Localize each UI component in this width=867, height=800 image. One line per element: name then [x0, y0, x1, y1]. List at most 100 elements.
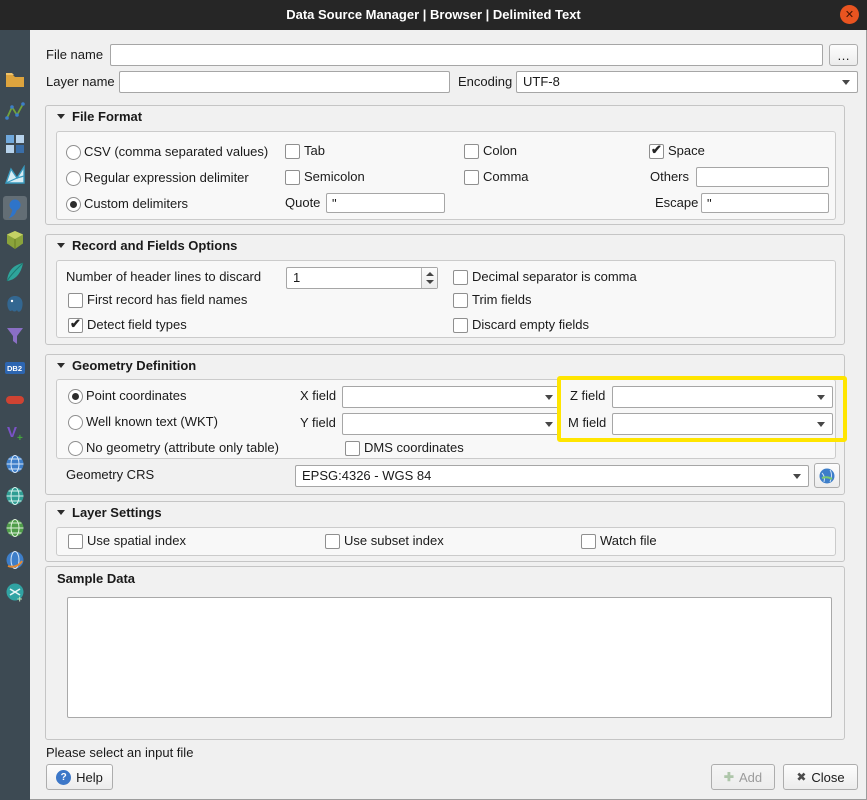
sidebar-tab-oracle[interactable] — [3, 388, 27, 412]
sidebar-tab-mssql[interactable] — [3, 324, 27, 348]
space-checkbox[interactable] — [649, 144, 664, 159]
first-record-names-label: First record has field names — [87, 289, 247, 311]
watch-file-checkbox[interactable] — [581, 534, 596, 549]
first-record-names-checkbox[interactable] — [68, 293, 83, 308]
source-type-sidebar: DB2 V+ + — [0, 30, 30, 800]
xyz-tiles-icon: + — [4, 581, 26, 603]
tab-checkbox-label: Tab — [304, 140, 325, 162]
x-field-dropdown[interactable] — [342, 386, 561, 408]
vector-layer-icon — [4, 101, 26, 123]
sidebar-tab-geopackage[interactable] — [3, 228, 27, 252]
dms-coordinates-checkbox[interactable] — [345, 441, 360, 456]
raster-layer-icon — [4, 133, 26, 155]
z-field-label: Z field — [570, 385, 605, 407]
escape-label: Escape — [655, 192, 698, 214]
use-spatial-index-checkbox[interactable] — [68, 534, 83, 549]
decimal-separator-checkbox[interactable] — [453, 270, 468, 285]
geometry-crs-label: Geometry CRS — [66, 464, 154, 486]
escape-input[interactable] — [701, 193, 829, 213]
discard-empty-fields-checkbox[interactable] — [453, 318, 468, 333]
sidebar-tab-wcs[interactable] — [3, 484, 27, 508]
file-format-group-title[interactable]: File Format — [57, 107, 142, 127]
geometry-definition-group-title[interactable]: Geometry Definition — [57, 356, 196, 376]
sidebar-tab-arcgis-rest[interactable] — [3, 548, 27, 572]
comma-checkbox-label: Comma — [483, 166, 529, 188]
close-x-icon: ✖ — [796, 770, 806, 784]
encoding-label: Encoding — [458, 71, 512, 93]
z-field-dropdown[interactable] — [612, 386, 833, 408]
file-name-input[interactable] — [110, 44, 823, 66]
sidebar-tab-mesh[interactable] — [3, 164, 27, 188]
db2-icon: DB2 — [4, 357, 26, 379]
oracle-icon — [4, 389, 26, 411]
titlebar: Data Source Manager | Browser | Delimite… — [0, 0, 867, 30]
delimited-text-icon — [4, 197, 26, 219]
sidebar-tab-raster[interactable] — [3, 132, 27, 156]
m-field-dropdown[interactable] — [612, 413, 833, 435]
folder-browser-icon — [4, 69, 26, 91]
postgresql-icon — [4, 293, 26, 315]
wkt-label: Well known text (WKT) — [86, 411, 218, 433]
semicolon-checkbox-label: Semicolon — [304, 166, 365, 188]
custom-delimiters-label: Custom delimiters — [84, 193, 188, 215]
use-subset-index-checkbox[interactable] — [325, 534, 340, 549]
wfs-globe-icon — [4, 517, 26, 539]
encoding-dropdown[interactable]: UTF-8 — [516, 71, 858, 93]
regex-delimiter-radio[interactable] — [66, 171, 81, 186]
colon-checkbox[interactable] — [464, 144, 479, 159]
virtual-layer-icon: V+ — [4, 421, 26, 443]
sidebar-tab-delimited-text[interactable] — [3, 196, 27, 220]
sidebar-tab-xyz-tiles[interactable]: + — [3, 580, 27, 604]
point-coordinates-radio[interactable] — [68, 389, 83, 404]
status-message: Please select an input file — [46, 742, 193, 764]
sidebar-tab-postgresql[interactable] — [3, 292, 27, 316]
data-source-manager-window: Data Source Manager | Browser | Delimite… — [0, 0, 867, 800]
sidebar-tab-virtual-layer[interactable]: V+ — [3, 420, 27, 444]
spinner-arrows-icon[interactable] — [421, 268, 437, 288]
csv-radio[interactable] — [66, 145, 81, 160]
window-close-button[interactable]: ✕ — [840, 5, 859, 24]
regex-delimiter-label: Regular expression delimiter — [84, 167, 249, 189]
geometry-crs-dropdown[interactable]: EPSG:4326 - WGS 84 — [295, 465, 809, 487]
sidebar-tab-wms-wmts[interactable] — [3, 452, 27, 476]
layer-settings-group-title[interactable]: Layer Settings — [57, 503, 162, 523]
semicolon-checkbox[interactable] — [285, 170, 300, 185]
browse-file-button[interactable]: … — [829, 44, 858, 66]
quote-input[interactable] — [326, 193, 445, 213]
no-geometry-radio[interactable] — [68, 441, 83, 456]
crs-globe-icon — [818, 467, 836, 485]
header-lines-spinner[interactable]: 1 — [286, 267, 438, 289]
quote-label: Quote — [285, 192, 320, 214]
trim-fields-label: Trim fields — [472, 289, 531, 311]
collapse-arrow-icon — [57, 243, 65, 248]
point-coordinates-label: Point coordinates — [86, 385, 186, 407]
sidebar-tab-vector[interactable] — [3, 100, 27, 124]
sidebar-tab-db2[interactable]: DB2 — [3, 356, 27, 380]
tab-checkbox[interactable] — [285, 144, 300, 159]
discard-empty-fields-label: Discard empty fields — [472, 314, 589, 336]
geopackage-icon — [4, 229, 26, 251]
no-geometry-label: No geometry (attribute only table) — [86, 437, 279, 459]
sidebar-tab-browser[interactable] — [3, 68, 27, 92]
detect-field-types-checkbox[interactable] — [68, 318, 83, 333]
layer-name-input[interactable] — [119, 71, 450, 93]
help-icon: ? — [56, 770, 71, 785]
comma-checkbox[interactable] — [464, 170, 479, 185]
sidebar-tab-spatialite[interactable] — [3, 260, 27, 284]
others-input[interactable] — [696, 167, 829, 187]
sample-data-title: Sample Data — [57, 569, 135, 589]
add-button[interactable]: ✚Add — [711, 764, 775, 790]
trim-fields-checkbox[interactable] — [453, 293, 468, 308]
svg-text:+: + — [17, 594, 22, 603]
wms-globe-icon — [4, 453, 26, 475]
crs-picker-button[interactable] — [814, 463, 840, 488]
dms-coordinates-label: DMS coordinates — [364, 437, 464, 459]
record-fields-group-title[interactable]: Record and Fields Options — [57, 236, 237, 256]
wkt-radio[interactable] — [68, 415, 83, 430]
file-name-label: File name — [46, 44, 103, 66]
custom-delimiters-radio[interactable] — [66, 197, 81, 212]
sidebar-tab-wfs[interactable] — [3, 516, 27, 540]
y-field-dropdown[interactable] — [342, 413, 561, 435]
close-button[interactable]: ✖Close — [783, 764, 858, 790]
help-button[interactable]: ?Help — [46, 764, 113, 790]
